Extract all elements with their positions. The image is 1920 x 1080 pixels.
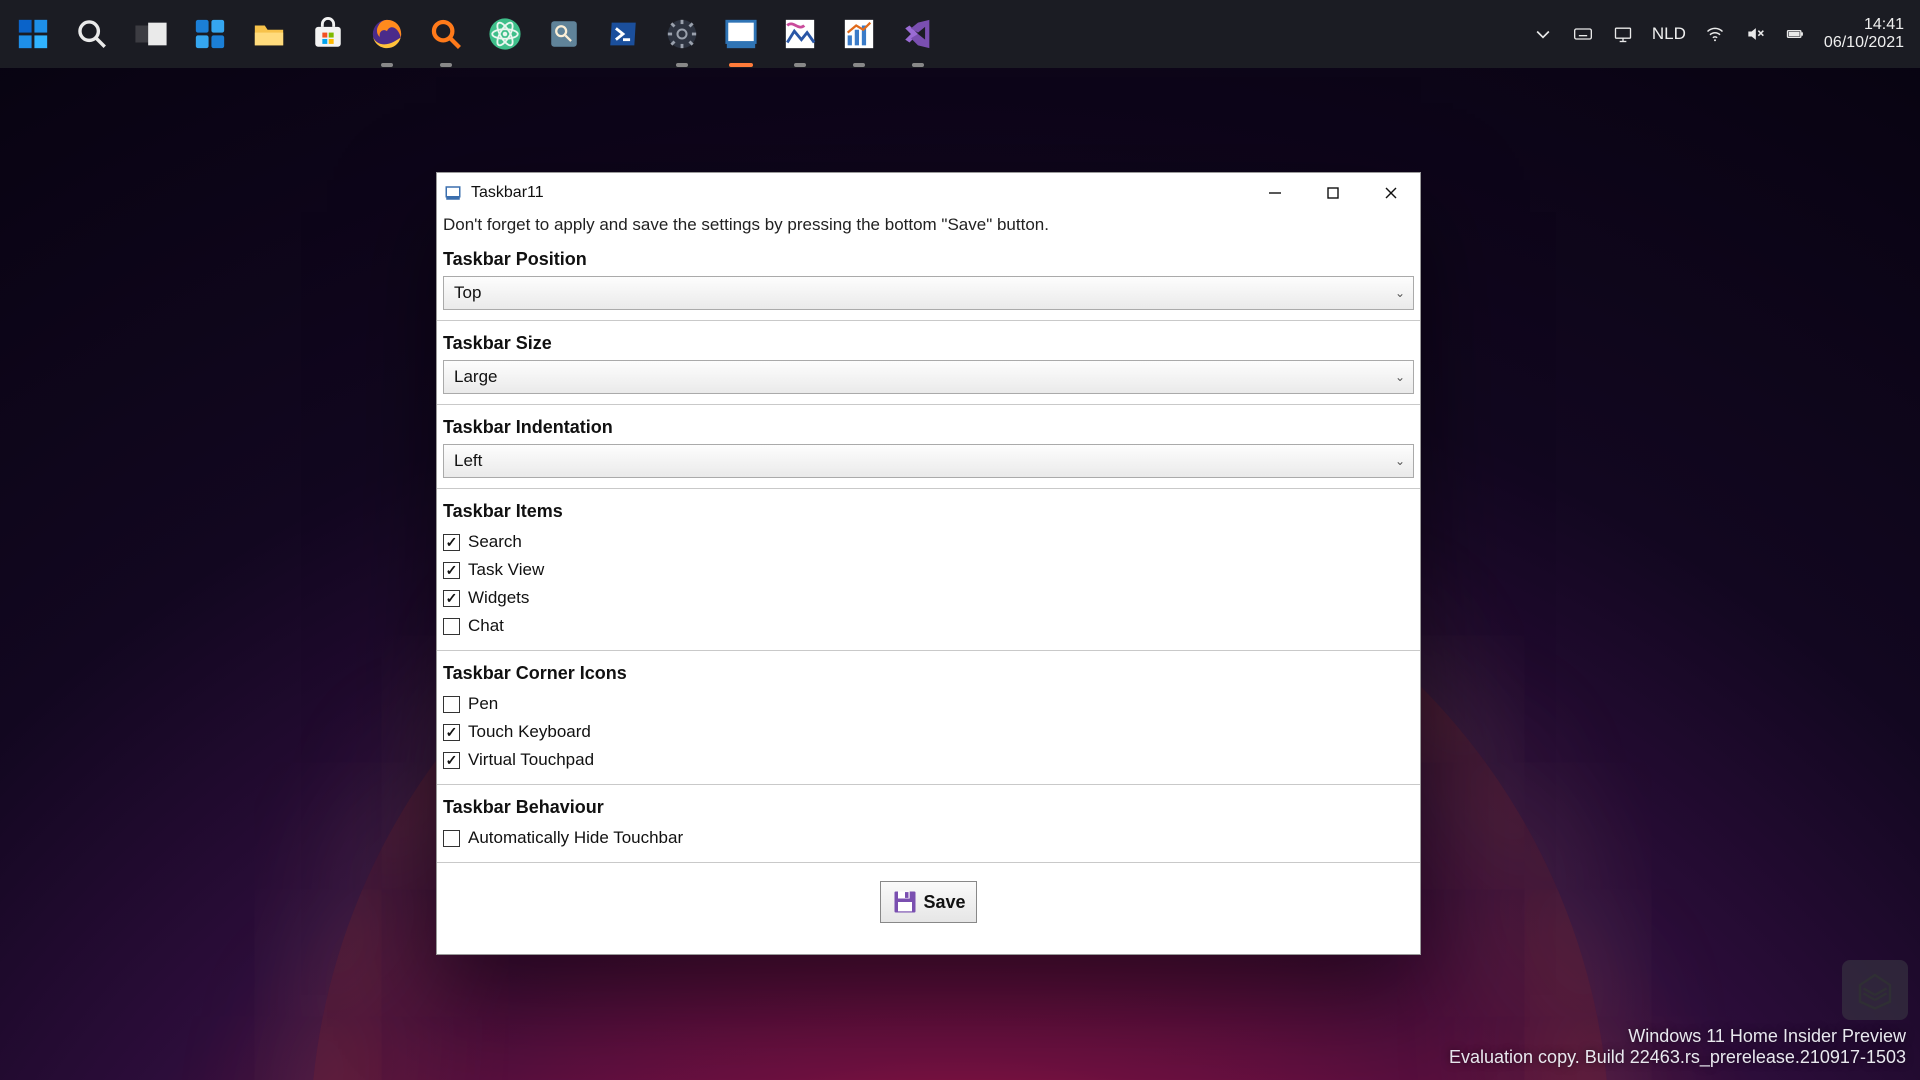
checkbox[interactable] [443,830,460,847]
checkbox[interactable] [443,562,460,579]
desktop-tray-popup-icon[interactable] [1842,960,1908,1020]
widgets-icon[interactable] [187,12,232,57]
search-icon[interactable] [69,12,114,57]
hint-text: Don't forget to apply and save the setti… [443,213,1414,245]
checkbox-row: Widgets [443,584,1414,612]
maximize-button[interactable] [1304,173,1362,213]
app-window-taskbar11: Taskbar11 Don't forget to apply and save… [436,172,1421,955]
checkbox-label: Chat [468,616,504,636]
settings-icon[interactable] [659,12,704,57]
preview-icon[interactable] [541,12,586,57]
heading-taskbar-corner-icons: Taskbar Corner Icons [443,659,1414,690]
wifi-icon[interactable] [1704,23,1726,45]
tray-overflow-chevron-icon[interactable] [1532,23,1554,45]
minimize-button[interactable] [1246,173,1304,213]
combo-taskbar-size-value: Large [454,367,497,387]
taskbar11-icon[interactable] [718,12,763,57]
checkbox-row: Pen [443,690,1414,718]
paintdotnet-icon[interactable] [777,12,822,57]
chevron-down-icon: ⌄ [1395,454,1405,468]
checkbox-label: Automatically Hide Touchbar [468,828,683,848]
chevron-down-icon: ⌄ [1395,370,1405,384]
checkbox-label: Pen [468,694,498,714]
windows-watermark: Windows 11 Home Insider Preview Evaluati… [1449,1026,1906,1068]
visual-studio-icon[interactable] [895,12,940,57]
close-button[interactable] [1362,173,1420,213]
watermark-line2: Evaluation copy. Build 22463.rs_prerelea… [1449,1047,1906,1068]
checkbox-label: Touch Keyboard [468,722,591,742]
checkbox-row: Touch Keyboard [443,718,1414,746]
checkbox-row: Automatically Hide Touchbar [443,824,1414,852]
heading-taskbar-indentation: Taskbar Indentation [443,413,1414,444]
firefox-icon[interactable] [364,12,409,57]
checkbox-label: Widgets [468,588,529,608]
checkbox-row: Task View [443,556,1414,584]
checkbox[interactable] [443,590,460,607]
heading-taskbar-behaviour: Taskbar Behaviour [443,793,1414,824]
taskview-icon[interactable] [128,12,173,57]
ime-language-indicator[interactable]: NLD [1652,24,1686,44]
file-explorer-icon[interactable] [246,12,291,57]
volume-muted-icon[interactable] [1744,23,1766,45]
clock[interactable]: 14:41 06/10/2021 [1824,16,1910,53]
watermark-line1: Windows 11 Home Insider Preview [1449,1026,1906,1047]
combo-taskbar-position-value: Top [454,283,481,303]
checkbox-label: Task View [468,560,544,580]
heading-taskbar-position: Taskbar Position [443,245,1414,276]
combo-taskbar-size[interactable]: Large ⌄ [443,360,1414,394]
microsoft-store-icon[interactable] [305,12,350,57]
combo-taskbar-indentation-value: Left [454,451,482,471]
app-icon [443,183,463,203]
checkbox[interactable] [443,618,460,635]
chevron-down-icon: ⌄ [1395,286,1405,300]
checkbox[interactable] [443,534,460,551]
floppy-disk-icon [891,888,919,916]
chart-app-icon[interactable] [836,12,881,57]
clock-date: 06/10/2021 [1824,34,1904,52]
checkbox-row: Virtual Touchpad [443,746,1414,774]
checkbox[interactable] [443,696,460,713]
heading-taskbar-size: Taskbar Size [443,329,1414,360]
clock-time: 14:41 [1824,16,1904,34]
start-icon[interactable] [10,12,55,57]
atom-icon[interactable] [482,12,527,57]
heading-taskbar-items: Taskbar Items [443,497,1414,528]
checkbox-row: Search [443,528,1414,556]
taskbar: NLD 14:41 06/10/2021 [0,0,1920,68]
checkbox-label: Search [468,532,522,552]
checkbox[interactable] [443,724,460,741]
powershell-icon[interactable] [600,12,645,57]
save-button-label: Save [923,892,965,913]
checkbox[interactable] [443,752,460,769]
checkbox-row: Chat [443,612,1414,640]
checkbox-label: Virtual Touchpad [468,750,594,770]
combo-taskbar-indentation[interactable]: Left ⌄ [443,444,1414,478]
battery-icon[interactable] [1784,23,1806,45]
titlebar[interactable]: Taskbar11 [437,173,1420,213]
window-title: Taskbar11 [471,184,544,202]
save-button[interactable]: Save [880,881,976,923]
project-display-icon[interactable] [1612,23,1634,45]
keyboard-layout-icon[interactable] [1572,23,1594,45]
everything-search-icon[interactable] [423,12,468,57]
combo-taskbar-position[interactable]: Top ⌄ [443,276,1414,310]
